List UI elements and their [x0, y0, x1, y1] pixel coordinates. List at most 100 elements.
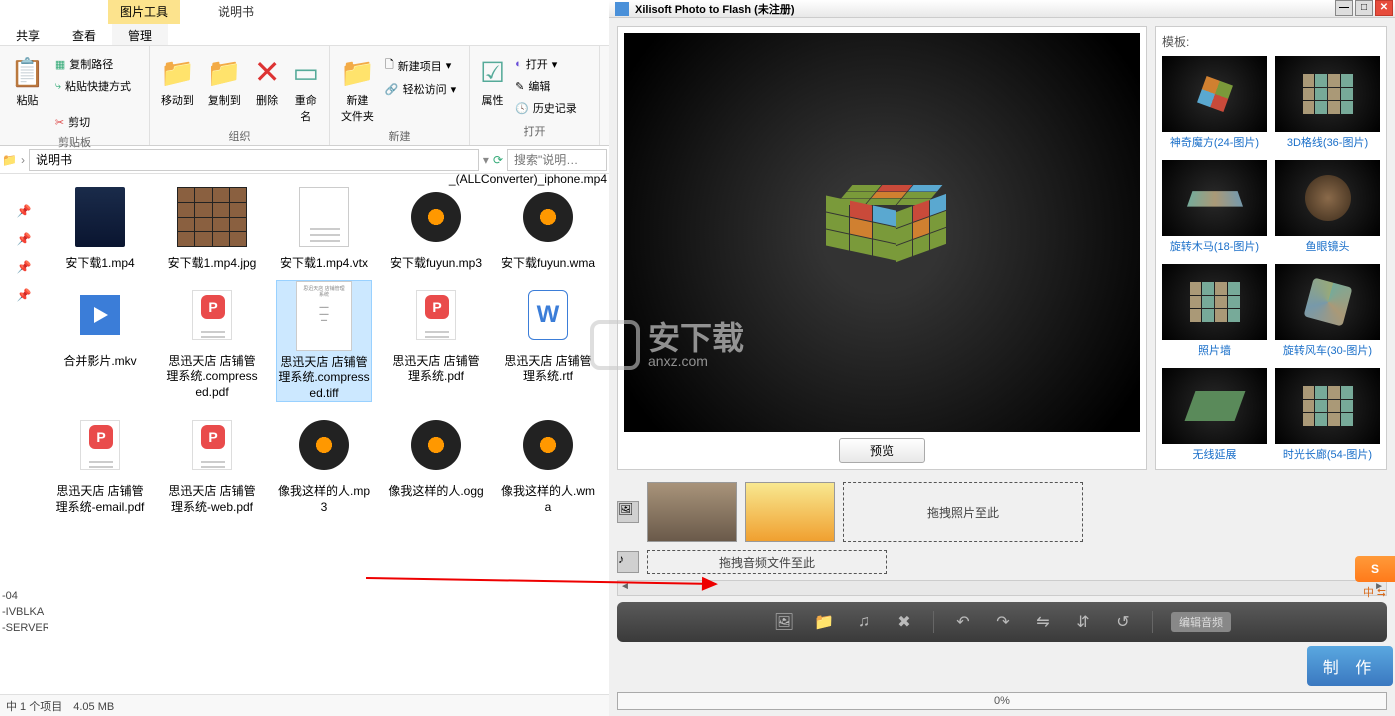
maximize-button[interactable]: □ — [1355, 0, 1373, 16]
file-item[interactable]: 思迅天店 店铺管理系统━━━━━━━━思迅天店 店铺管理系统.compresse… — [276, 280, 372, 403]
template-panel: 模板: 神奇魔方(24-图片) 3D格线(36-图片) 旋转木马(18-图片) 鱼眼镜… — [1155, 26, 1387, 470]
file-item[interactable]: 像我这样的人.wma — [500, 410, 596, 515]
add-image-button[interactable]: 🖼 — [773, 611, 795, 633]
paste-shortcut-button[interactable]: ⤷粘贴快捷方式 — [51, 76, 135, 96]
sidebar-item[interactable]: -SERVER — [0, 620, 48, 636]
flip-v-button[interactable]: ⇵ — [1072, 611, 1094, 633]
delete-icon: ✕ — [254, 52, 281, 92]
file-item[interactable]: 思迅天店 店铺管理系统-email.pdf — [52, 410, 148, 515]
undo-button[interactable]: ↺ — [1112, 611, 1134, 633]
title-bar[interactable]: Xilisoft Photo to Flash (未注册) — □ ✕ — [609, 0, 1395, 18]
file-name: 思迅天店 店铺管理系统-web.pdf — [164, 484, 260, 515]
copy-to-label: 复制到 — [208, 92, 241, 108]
rename-label: 重命名 — [293, 92, 319, 124]
history-button[interactable]: 🕓历史记录 — [511, 98, 581, 118]
breadcrumb[interactable]: 说明书 — [29, 149, 479, 171]
open-label: 打开 — [526, 56, 548, 72]
move-to-button[interactable]: 📁移动到 — [154, 50, 201, 110]
search-input[interactable] — [507, 149, 607, 171]
template-label: 模板: — [1162, 33, 1380, 50]
file-thumbnail — [401, 280, 471, 350]
paste-button[interactable]: 📋 粘贴 — [4, 50, 51, 110]
template-item[interactable]: 时光长廊(54-图片) — [1275, 368, 1380, 466]
pin-icon[interactable]: 📌 — [17, 288, 32, 302]
photo-drop-zone[interactable]: 拖拽照片至此 — [843, 482, 1083, 542]
open-button[interactable]: ◐打开 ▾ — [511, 54, 581, 74]
new-folder-button[interactable]: 📁新建 文件夹 — [334, 50, 381, 126]
edit-button[interactable]: ✎编辑 — [511, 76, 581, 96]
tab-manage[interactable]: 管理 — [112, 24, 168, 45]
audio-drop-zone[interactable]: 拖拽音频文件至此 — [647, 550, 887, 574]
photo-thumbnail[interactable] — [647, 482, 737, 542]
file-item[interactable]: 思迅天店 店铺管理系统.compressed.pdf — [164, 280, 260, 403]
template-thumbnail — [1162, 160, 1267, 236]
template-grid[interactable]: 神奇魔方(24-图片) 3D格线(36-图片) 旋转木马(18-图片) 鱼眼镜头照片墙… — [1162, 56, 1380, 466]
tab-view[interactable]: 查看 — [56, 24, 112, 45]
rename-button[interactable]: ▭重命名 — [287, 50, 325, 126]
file-item[interactable]: 安下载1.mp4.vtx — [276, 182, 372, 272]
template-item[interactable]: 旋转风车(30-图片) — [1275, 264, 1380, 362]
file-thumbnail — [289, 410, 359, 480]
file-item[interactable]: W思迅天店 店铺管理系统.rtf — [500, 280, 596, 403]
sidebar-item[interactable]: -04 — [0, 588, 48, 604]
file-item[interactable]: 合并影片.mkv — [52, 280, 148, 403]
files-grid[interactable]: _(ALLConverter)_iphone.mp4 安下载1.mp4安下载1.… — [48, 174, 609, 690]
close-button[interactable]: ✕ — [1375, 0, 1393, 16]
properties-button[interactable]: ☑属性 — [474, 50, 511, 110]
template-item[interactable]: 旋转木马(18-图片) — [1162, 160, 1267, 258]
app-icon — [615, 2, 629, 16]
pin-icon[interactable]: 📌 — [17, 204, 32, 218]
template-item[interactable]: 照片墙 — [1162, 264, 1267, 362]
copy-path-button[interactable]: ▦复制路径 — [51, 54, 135, 74]
dropdown-icon[interactable]: ▾ — [483, 153, 489, 167]
file-item[interactable]: 安下载1.mp4.jpg — [164, 182, 260, 272]
sidebar-item[interactable]: -IVBLKA — [0, 604, 48, 620]
ribbon-group-clipboard: 📋 粘贴 ▦复制路径 ⤷粘贴快捷方式 ✂剪切 剪贴板 — [0, 46, 150, 145]
file-item[interactable]: 安下载1.mp4 — [52, 182, 148, 272]
pin-icon[interactable]: 📌 — [17, 232, 32, 246]
file-item[interactable]: 思迅天店 店铺管理系统.pdf — [388, 280, 484, 403]
timeline-scrollbar[interactable] — [617, 580, 1387, 596]
ribbon-group-new: 📁新建 文件夹 🗋新建项目 ▾ 🔗轻松访问 ▾ 新建 — [330, 46, 470, 145]
refresh-icon[interactable]: ⟳ — [493, 153, 503, 167]
file-item[interactable]: 思迅天店 店铺管理系统-web.pdf — [164, 410, 260, 515]
file-item[interactable]: 安下载fuyun.mp3 — [388, 182, 484, 272]
file-name: 像我这样的人.mp3 — [276, 484, 372, 515]
template-name: 3D格线(36-图片) — [1275, 134, 1380, 150]
minimize-button[interactable]: — — [1335, 0, 1353, 16]
context-tab-row: 图片工具 说明书 — [0, 0, 609, 24]
tab-share[interactable]: 共享 — [0, 24, 56, 45]
picture-tools-tab[interactable]: 图片工具 — [108, 0, 180, 24]
copy-to-button[interactable]: 📁复制到 — [201, 50, 248, 110]
new-item-button[interactable]: 🗋新建项目 ▾ — [381, 54, 460, 77]
edit-audio-button[interactable]: 编辑音频 — [1171, 612, 1231, 632]
rotate-right-button[interactable]: ↷ — [992, 611, 1014, 633]
template-item[interactable]: 3D格线(36-图片) — [1275, 56, 1380, 154]
flip-h-button[interactable]: ⇋ — [1032, 611, 1054, 633]
remove-button[interactable]: ✖ — [893, 611, 915, 633]
ime-badge[interactable]: S — [1355, 556, 1395, 582]
template-item[interactable]: 鱼眼镜头 — [1275, 160, 1380, 258]
cut-button[interactable]: ✂剪切 — [51, 112, 135, 132]
easy-access-button[interactable]: 🔗轻松访问 ▾ — [381, 79, 460, 99]
file-name: 安下载fuyun.wma — [501, 256, 595, 272]
file-item[interactable]: 像我这样的人.mp3 — [276, 410, 372, 515]
file-item[interactable]: 安下载fuyun.wma — [500, 182, 596, 272]
template-item[interactable]: 神奇魔方(24-图片) — [1162, 56, 1267, 154]
add-folder-button[interactable]: 📁 — [813, 611, 835, 633]
make-button[interactable]: 制 作 — [1307, 646, 1393, 686]
rotate-left-button[interactable]: ↶ — [952, 611, 974, 633]
photo-thumbnail[interactable] — [745, 482, 835, 542]
easy-access-icon: 🔗 — [385, 83, 399, 96]
file-thumbnail: 思迅天店 店铺管理系统━━━━━━━━ — [289, 281, 359, 351]
delete-button[interactable]: ✕删除 — [248, 50, 287, 110]
edit-icon: ✎ — [515, 80, 524, 93]
file-item[interactable]: 像我这样的人.ogg — [388, 410, 484, 515]
template-name: 鱼眼镜头 — [1275, 238, 1380, 254]
template-item[interactable]: 无线延展 — [1162, 368, 1267, 466]
preview-button[interactable]: 预览 — [839, 438, 925, 463]
chevron-right-icon[interactable]: › — [21, 153, 25, 167]
audio-strip: ♪ 拖拽音频文件至此 — [609, 546, 1395, 578]
pin-icon[interactable]: 📌 — [17, 260, 32, 274]
add-audio-button[interactable]: ♫ — [853, 611, 875, 633]
